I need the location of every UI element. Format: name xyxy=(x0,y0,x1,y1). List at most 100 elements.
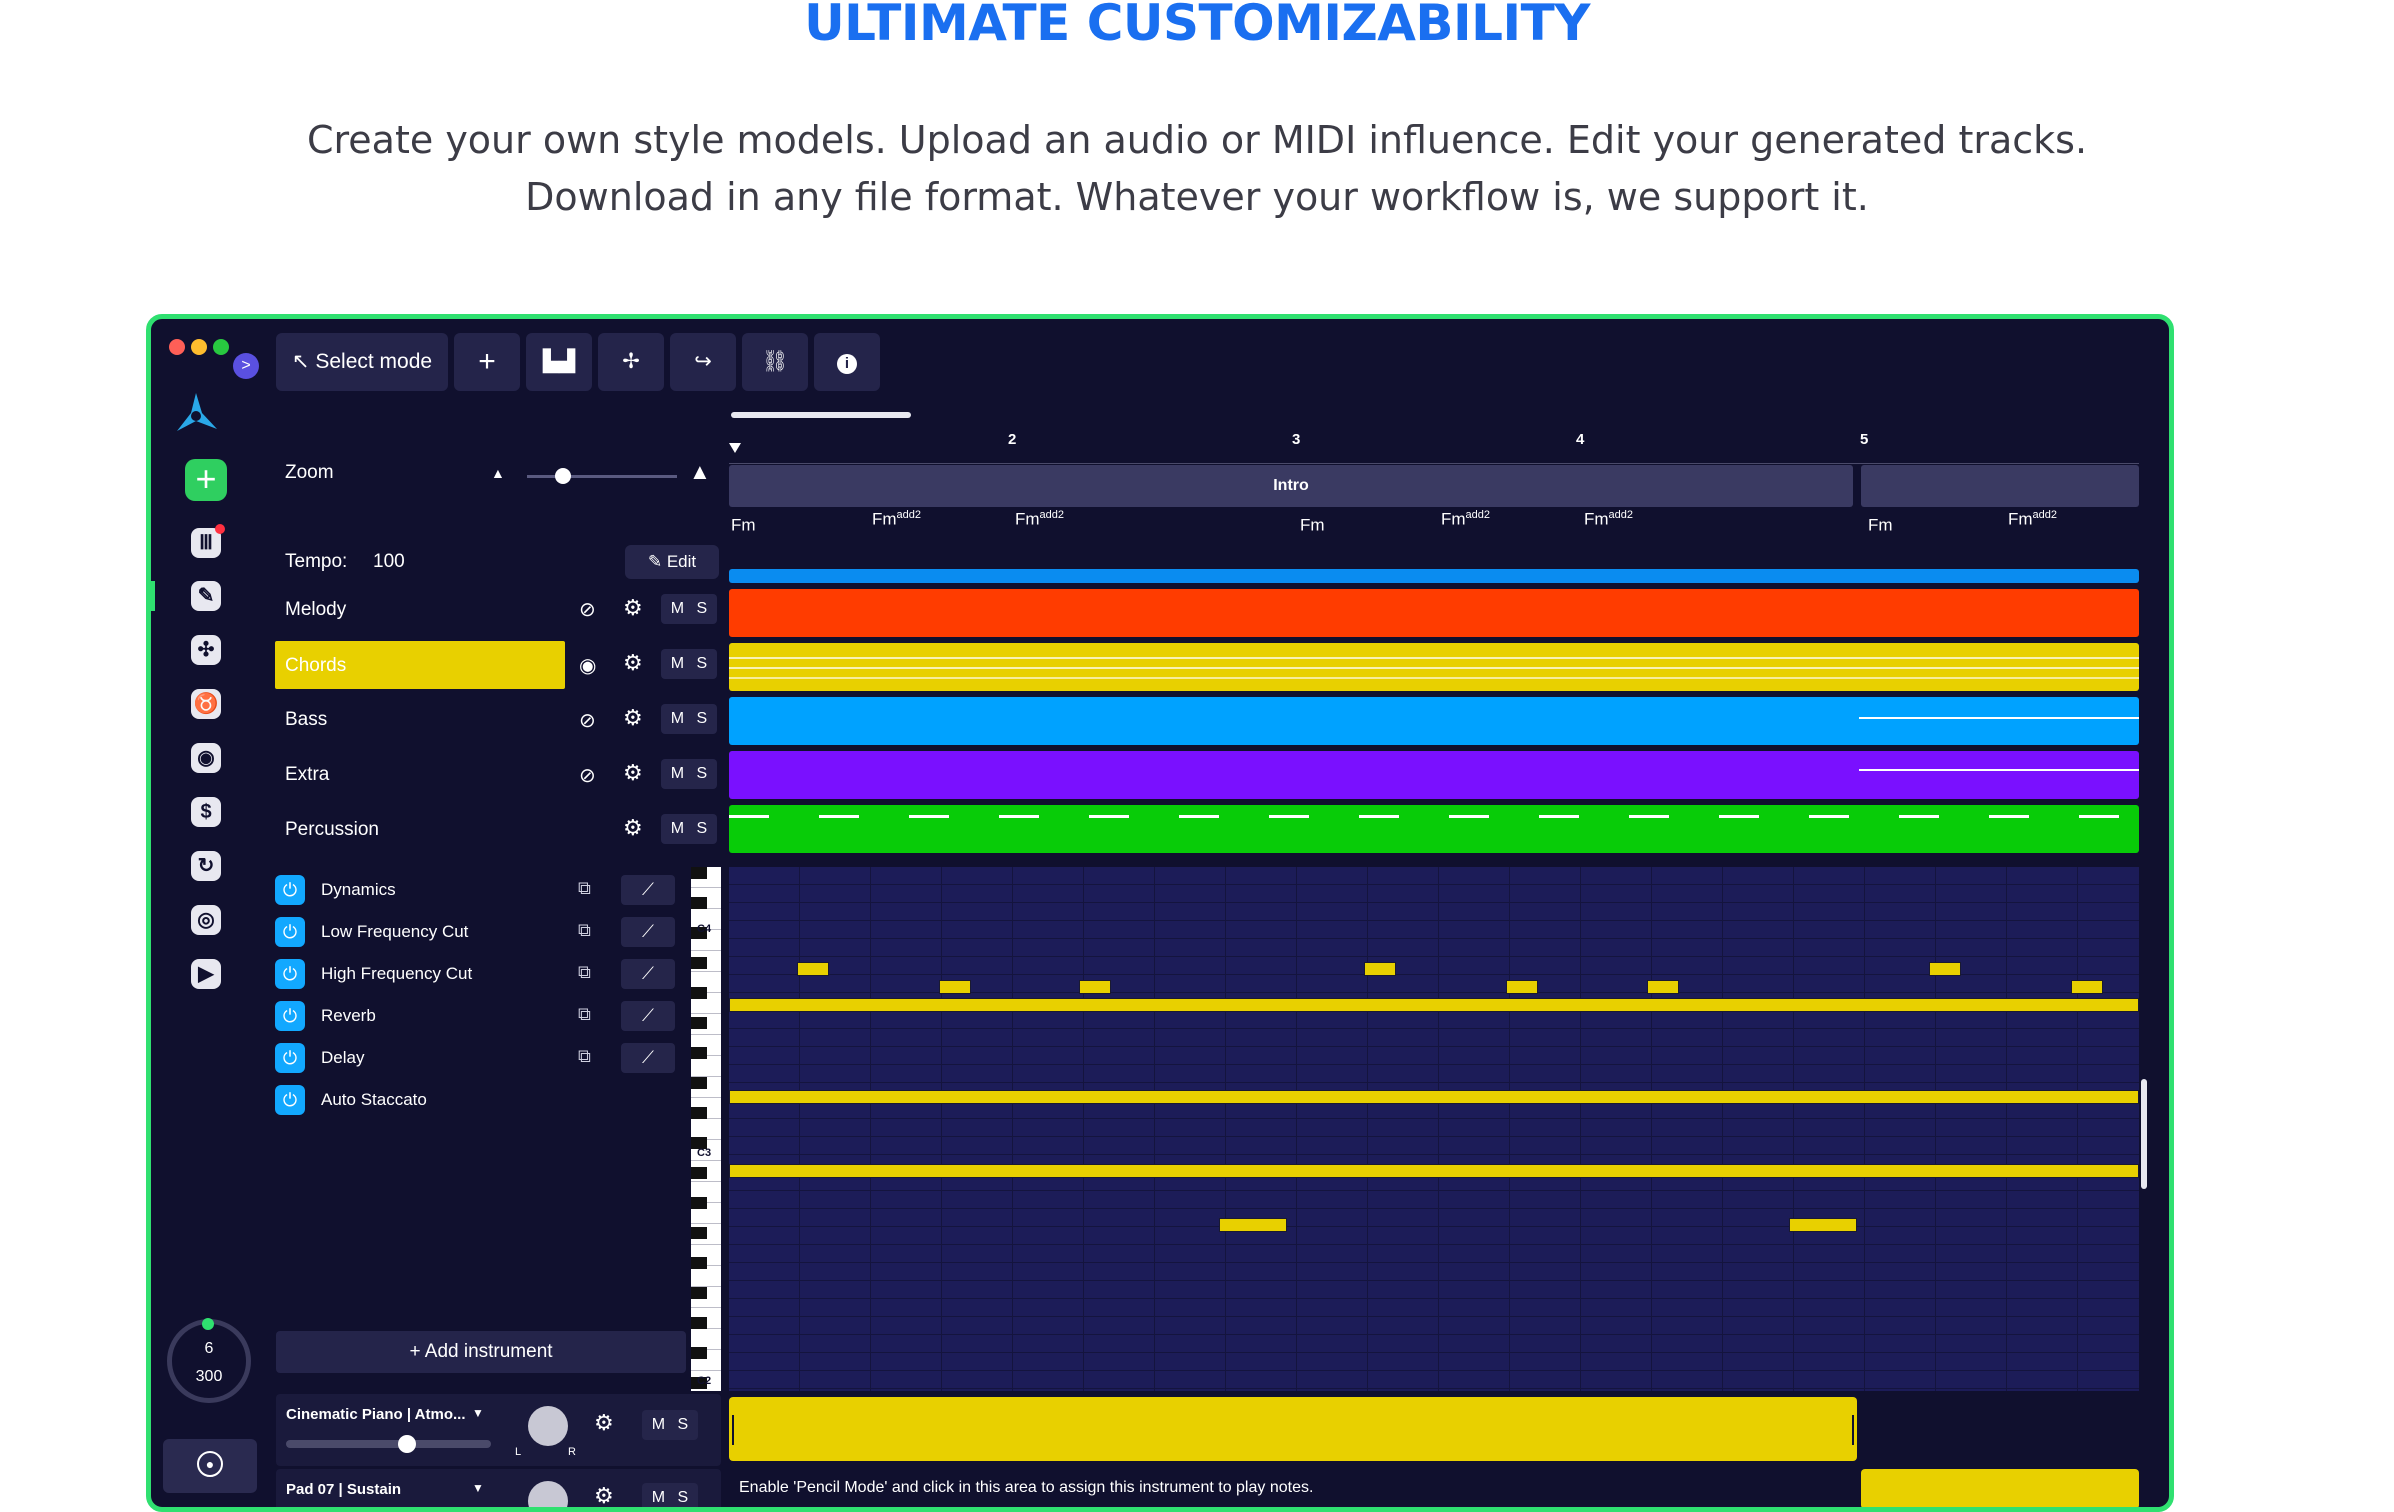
instrument-lane-pad-hint[interactable]: Enable 'Pencil Mode' and click in this a… xyxy=(729,1469,1857,1505)
section-intro[interactable]: Intro xyxy=(729,465,1853,507)
timeline-ruler[interactable] xyxy=(729,423,2139,464)
note[interactable] xyxy=(1506,980,1538,994)
link-button[interactable]: ⛓ xyxy=(742,333,808,391)
new-project-button[interactable]: + xyxy=(185,459,227,501)
track-row-melody[interactable]: Melody xyxy=(275,585,565,633)
gear-icon[interactable]: ⚙ xyxy=(623,650,643,676)
gear-icon[interactable]: ⚙ xyxy=(623,595,643,621)
power-icon[interactable]: ⏻ xyxy=(275,1001,305,1031)
region-handle-right[interactable] xyxy=(1852,1415,1854,1445)
region-handle-left[interactable] xyxy=(732,1415,734,1445)
instrument-lane-pad[interactable] xyxy=(1861,1469,2139,1507)
copy-icon[interactable]: ⧉ xyxy=(578,878,591,899)
automation-curve-button[interactable]: ⟋ xyxy=(621,959,675,989)
discord-icon[interactable]: ◎ xyxy=(191,905,221,935)
track-lane-extra[interactable] xyxy=(729,751,2139,799)
note[interactable] xyxy=(1364,962,1396,976)
dropdown-caret-icon[interactable]: ▼ xyxy=(472,1406,484,1420)
close-window-button[interactable] xyxy=(169,339,185,355)
fan-icon[interactable]: ✣ xyxy=(191,635,221,665)
copy-icon[interactable]: ⧉ xyxy=(578,1046,591,1067)
piano-roll-grid[interactable] xyxy=(729,867,2139,1391)
maximize-window-button[interactable] xyxy=(213,339,229,355)
track-lane-chords[interactable] xyxy=(729,643,2139,691)
gear-icon[interactable]: ⚙ xyxy=(594,1483,614,1507)
playhead-marker[interactable] xyxy=(729,443,741,453)
add-instrument-button[interactable]: + Add instrument xyxy=(276,1331,686,1373)
magic-wand-button[interactable]: ✢ xyxy=(598,333,664,391)
note[interactable] xyxy=(1219,1218,1287,1232)
volume-slider[interactable] xyxy=(286,1435,491,1453)
mute-solo-buttons[interactable]: M S xyxy=(642,1483,698,1507)
automation-curve-button[interactable]: ⟋ xyxy=(621,917,675,947)
account-button[interactable]: ● xyxy=(163,1439,257,1493)
select-mode-button[interactable]: ↖ Select mode xyxy=(276,333,448,391)
zoom-slider-handle[interactable] xyxy=(555,468,571,484)
zoom-slider[interactable] xyxy=(527,468,677,484)
play-icon[interactable]: ▶ xyxy=(191,959,221,989)
gear-icon[interactable]: ⚙ xyxy=(594,1410,614,1436)
mute-solo-buttons[interactable]: M S xyxy=(642,1410,698,1440)
copy-icon[interactable]: ⧉ xyxy=(578,920,591,941)
pencil-icon[interactable]: ✎ xyxy=(191,581,221,611)
pan-knob[interactable] xyxy=(528,1406,568,1446)
power-icon[interactable]: ⏻ xyxy=(275,1085,305,1115)
info-button[interactable]: i xyxy=(814,333,880,391)
minimize-window-button[interactable] xyxy=(191,339,207,355)
track-lane-melody[interactable] xyxy=(729,589,2139,637)
hidden-eye-icon[interactable]: ⊘ xyxy=(579,708,596,733)
hidden-eye-icon[interactable]: ⊘ xyxy=(579,597,596,622)
mute-solo-buttons[interactable]: M S xyxy=(661,704,717,734)
history-icon[interactable]: ↻ xyxy=(191,851,221,881)
automation-curve-button[interactable]: ⟋ xyxy=(621,1001,675,1031)
zoom-out-icon[interactable]: ▲ xyxy=(491,465,505,481)
note[interactable] xyxy=(729,1090,2139,1104)
power-icon[interactable]: ⏻ xyxy=(275,875,305,905)
dropdown-caret-icon[interactable]: ▼ xyxy=(472,1481,484,1495)
note[interactable] xyxy=(729,1164,2139,1178)
automation-curve-button[interactable]: ⟋ xyxy=(621,1043,675,1073)
mute-solo-buttons[interactable]: M S xyxy=(661,759,717,789)
zoom-in-icon[interactable]: ▲ xyxy=(689,459,711,485)
note[interactable] xyxy=(1789,1218,1857,1232)
redo-button[interactable]: ↪ xyxy=(670,333,736,391)
dollar-icon[interactable]: $ xyxy=(191,797,221,827)
vertical-scrollbar-thumb[interactable] xyxy=(2141,1079,2147,1189)
volume-slider-handle[interactable] xyxy=(398,1435,416,1453)
instrument-row[interactable]: Cinematic Piano | Atmo... ▼ L R ⚙ M S xyxy=(276,1394,721,1466)
expand-sidebar-icon[interactable]: > xyxy=(233,353,259,379)
tempo-edit-button[interactable]: ✎ Edit xyxy=(625,545,719,579)
note[interactable] xyxy=(1929,962,1961,976)
horizontal-scrollbar[interactable] xyxy=(731,412,911,418)
gear-icon[interactable]: ⚙ xyxy=(623,705,643,731)
broadcast-icon[interactable]: ◉ xyxy=(191,743,221,773)
instrument-row[interactable]: Pad 07 | Sustain ▼ ⚙ M S xyxy=(276,1469,721,1507)
pan-knob[interactable] xyxy=(528,1481,568,1507)
track-row-percussion[interactable]: Percussion xyxy=(275,805,565,853)
mute-solo-buttons[interactable]: M S xyxy=(661,594,717,624)
track-row-bass[interactable]: Bass xyxy=(275,695,565,743)
copy-icon[interactable]: ⧉ xyxy=(578,962,591,983)
note[interactable] xyxy=(2071,980,2103,994)
medal-icon[interactable]: ♉ xyxy=(191,689,221,719)
tempo-value[interactable]: 100 xyxy=(373,551,405,573)
piano-keyboard[interactable]: C4 C3 C2 xyxy=(691,867,721,1391)
note[interactable] xyxy=(729,998,2139,1012)
track-row-extra[interactable]: Extra xyxy=(275,750,565,798)
track-row-chords[interactable]: Chords xyxy=(275,641,565,689)
track-lane-bass[interactable] xyxy=(729,697,2139,745)
power-icon[interactable]: ⏻ xyxy=(275,959,305,989)
instrument-lane-piano[interactable] xyxy=(729,1397,1857,1461)
note[interactable] xyxy=(797,962,829,976)
eye-icon[interactable]: ◉ xyxy=(579,653,596,678)
hidden-eye-icon[interactable]: ⊘ xyxy=(579,763,596,788)
note[interactable] xyxy=(1079,980,1111,994)
note[interactable] xyxy=(939,980,971,994)
add-button[interactable]: + xyxy=(454,333,520,391)
mute-solo-buttons[interactable]: M S xyxy=(661,649,717,679)
note[interactable] xyxy=(1647,980,1679,994)
copy-icon[interactable]: ⧉ xyxy=(578,1004,591,1025)
gear-icon[interactable]: ⚙ xyxy=(623,815,643,841)
track-lane-percussion[interactable] xyxy=(729,805,2139,853)
gear-icon[interactable]: ⚙ xyxy=(623,760,643,786)
